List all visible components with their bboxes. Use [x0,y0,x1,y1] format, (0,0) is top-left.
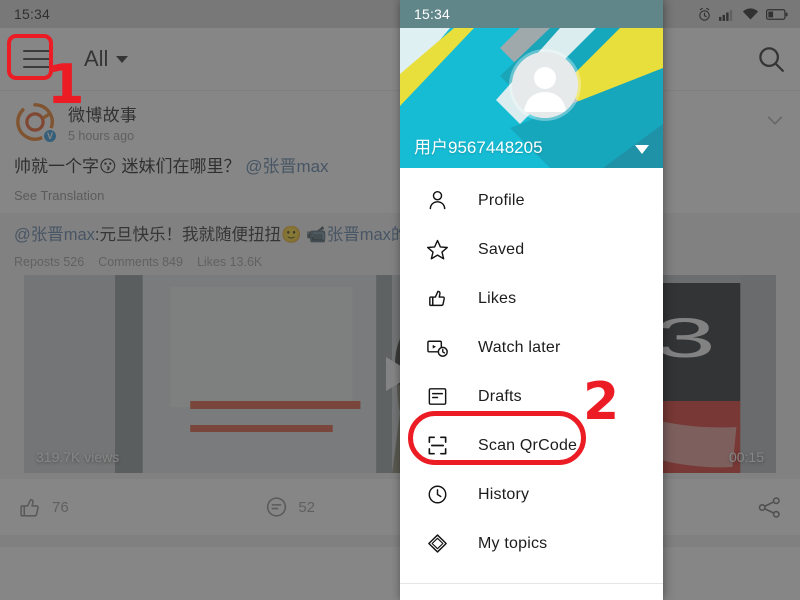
menu-item-watch-later[interactable]: Watch later [400,323,663,372]
topics-gem-icon [424,532,450,555]
history-clock-icon [424,483,450,506]
drawer-header[interactable]: 用户9567448205 [400,28,663,168]
screenshot-root: 15:34 用户9567448205 Profile Saved Likes W… [0,0,800,600]
caret-down-icon[interactable] [635,145,649,154]
drawer-menu: Profile Saved Likes Watch later Drafts S… [400,168,663,600]
menu-item-label: My topics [478,534,548,552]
watch-later-icon [424,336,450,359]
menu-item-likes[interactable]: Likes [400,274,663,323]
menu-item-my-topics[interactable]: My topics [400,519,663,568]
navigation-drawer: 15:34 用户9567448205 Profile Saved Likes W… [400,0,663,600]
thumbs-up-icon [424,287,450,310]
annotation-highlight-2 [408,411,586,465]
drafts-icon [424,385,450,408]
menu-item-label: History [478,485,530,503]
annotation-number-2: 2 [583,372,620,432]
drawer-username: 用户9567448205 [414,138,543,157]
menu-item-profile[interactable]: Profile [400,176,663,225]
menu-bottom-pad [400,568,663,577]
person-icon [424,189,450,212]
menu-item-saved[interactable]: Saved [400,225,663,274]
menu-item-label: Profile [478,191,525,209]
default-user-avatar-icon [512,52,578,118]
drawer-status-bar: 15:34 [400,0,663,28]
menu-item-label: Watch later [478,338,561,356]
drawer-avatar[interactable] [512,52,578,118]
menu-item-history[interactable]: History [400,470,663,519]
annotation-number-1: 1 [47,53,85,116]
menu-item-label: Drafts [478,387,522,405]
menu-item-partial-next[interactable] [400,584,663,600]
menu-item-label: Saved [478,240,525,258]
star-icon [424,238,450,261]
menu-item-label: Likes [478,289,517,307]
drawer-status-time: 15:34 [414,6,451,22]
